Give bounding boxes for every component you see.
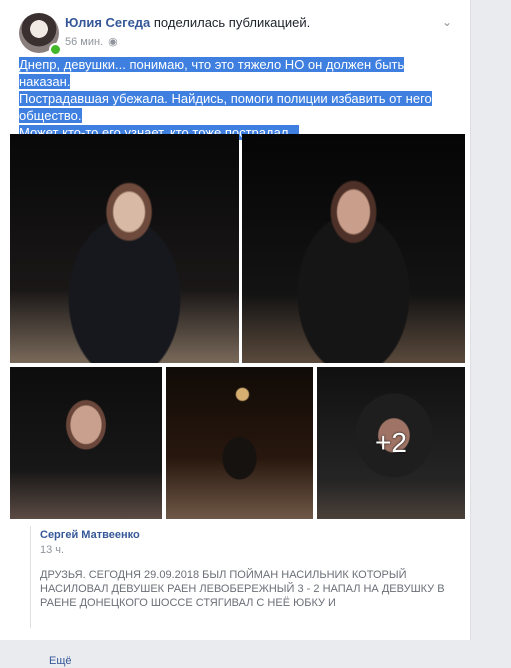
comment-body: Друзья. СЕГОДНЯ 29.09.2018 БЫЛ ПОЙМАН НА… [40, 569, 445, 609]
more-photos-count[interactable]: +2 [317, 367, 465, 519]
online-status-indicator [49, 43, 62, 56]
selected-post-text: Днепр, девушки... понимаю, что это тяжел… [19, 56, 459, 141]
photo-thumbnail[interactable] [242, 134, 465, 363]
photo-thumbnail[interactable] [10, 134, 239, 363]
photo-thumbnail[interactable] [10, 367, 162, 519]
photo-thumbnail-more[interactable]: +2 [317, 367, 465, 519]
post-header: Юлия Сегеда поделилась публикацией. [65, 15, 310, 30]
post-text-line: Днепр, девушки... понимаю, что это тяжел… [19, 57, 405, 89]
post-timestamp[interactable]: 56 мин. [65, 36, 103, 48]
comment-author-link[interactable]: Сергей Матвеенко [40, 529, 140, 541]
comment-block: Сергей Матвеенко 13 ч. Друзья. СЕГОДНЯ 2… [30, 526, 461, 667]
post-text-line: общество. [19, 108, 82, 123]
see-more-link[interactable]: Ещё [49, 654, 72, 668]
post-author-link[interactable]: Юлия Сегеда [65, 15, 150, 30]
photo-thumbnail[interactable] [166, 367, 313, 519]
post-card: Юлия Сегеда поделилась публикацией. 56 м… [0, 0, 471, 667]
comment-text: Друзья. СЕГОДНЯ 29.09.2018 БЫЛ ПОЙМАН НА… [40, 568, 460, 667]
photo-grid: +2 [10, 134, 465, 519]
page-scrollbar[interactable] [493, 0, 501, 640]
post-options-chevron-icon[interactable]: ⌄ [437, 15, 457, 31]
post-meta: 56 мин. ◉ [65, 35, 118, 49]
globe-icon: ◉ [108, 36, 118, 48]
shared-post-label: поделилась публикацией. [150, 15, 311, 30]
post-text-line: Пострадавшая убежала. Найдись, помоги по… [19, 91, 432, 106]
comment-timestamp[interactable]: 13 ч. [40, 544, 64, 556]
